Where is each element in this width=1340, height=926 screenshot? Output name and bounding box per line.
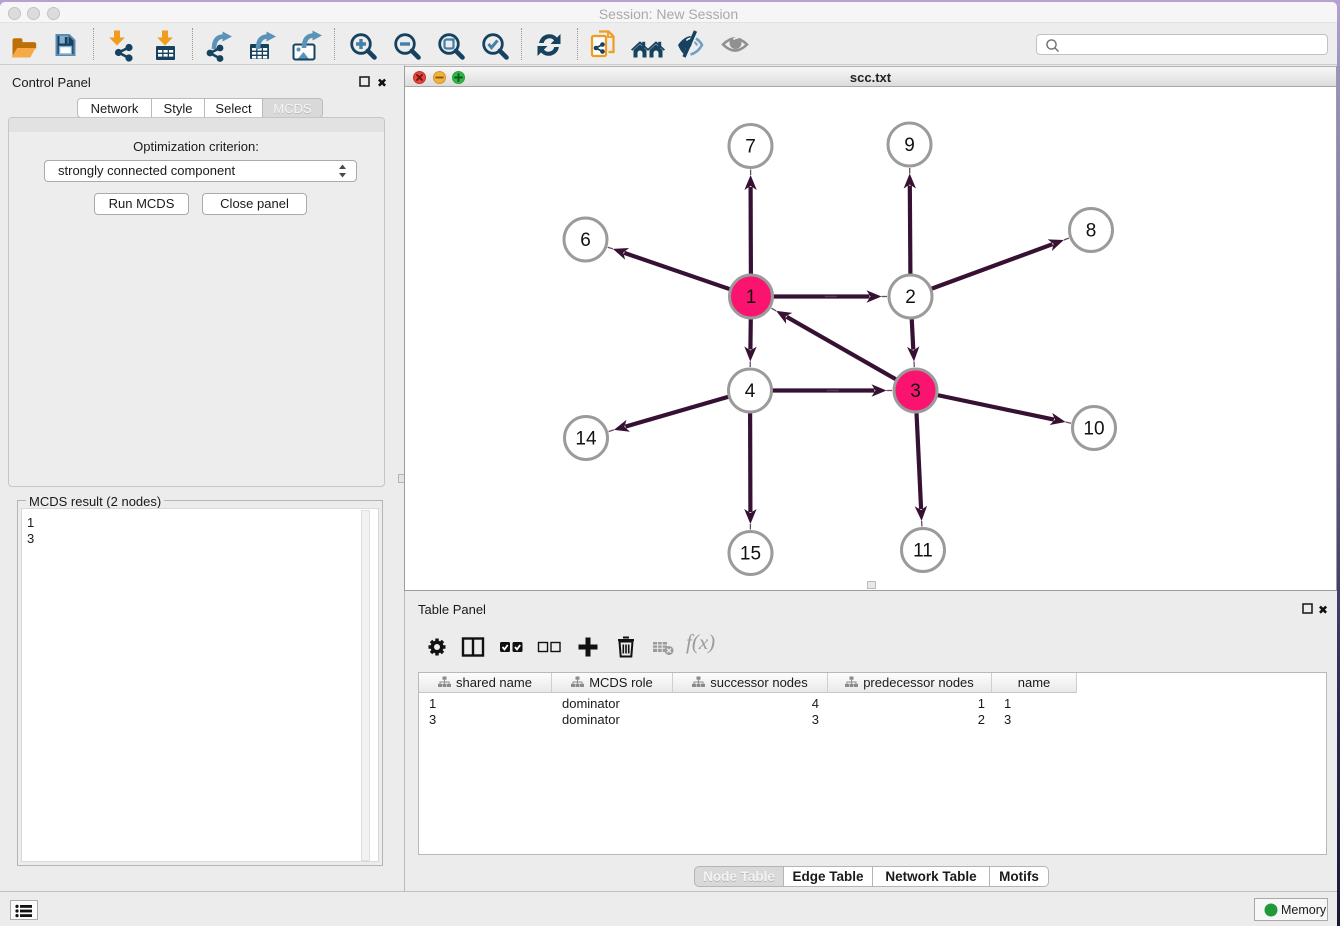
- svg-text:11: 11: [913, 541, 933, 562]
- svg-text:3: 3: [910, 381, 921, 402]
- svg-text:7: 7: [745, 137, 756, 158]
- svg-text:10: 10: [1083, 419, 1104, 440]
- svg-text:8: 8: [1086, 221, 1097, 242]
- svg-text:2: 2: [905, 287, 916, 308]
- svg-text:15: 15: [740, 544, 761, 565]
- svg-text:6: 6: [580, 230, 591, 251]
- svg-text:14: 14: [575, 429, 597, 450]
- svg-text:1: 1: [746, 287, 757, 308]
- svg-text:9: 9: [904, 135, 915, 156]
- svg-text:4: 4: [745, 381, 756, 402]
